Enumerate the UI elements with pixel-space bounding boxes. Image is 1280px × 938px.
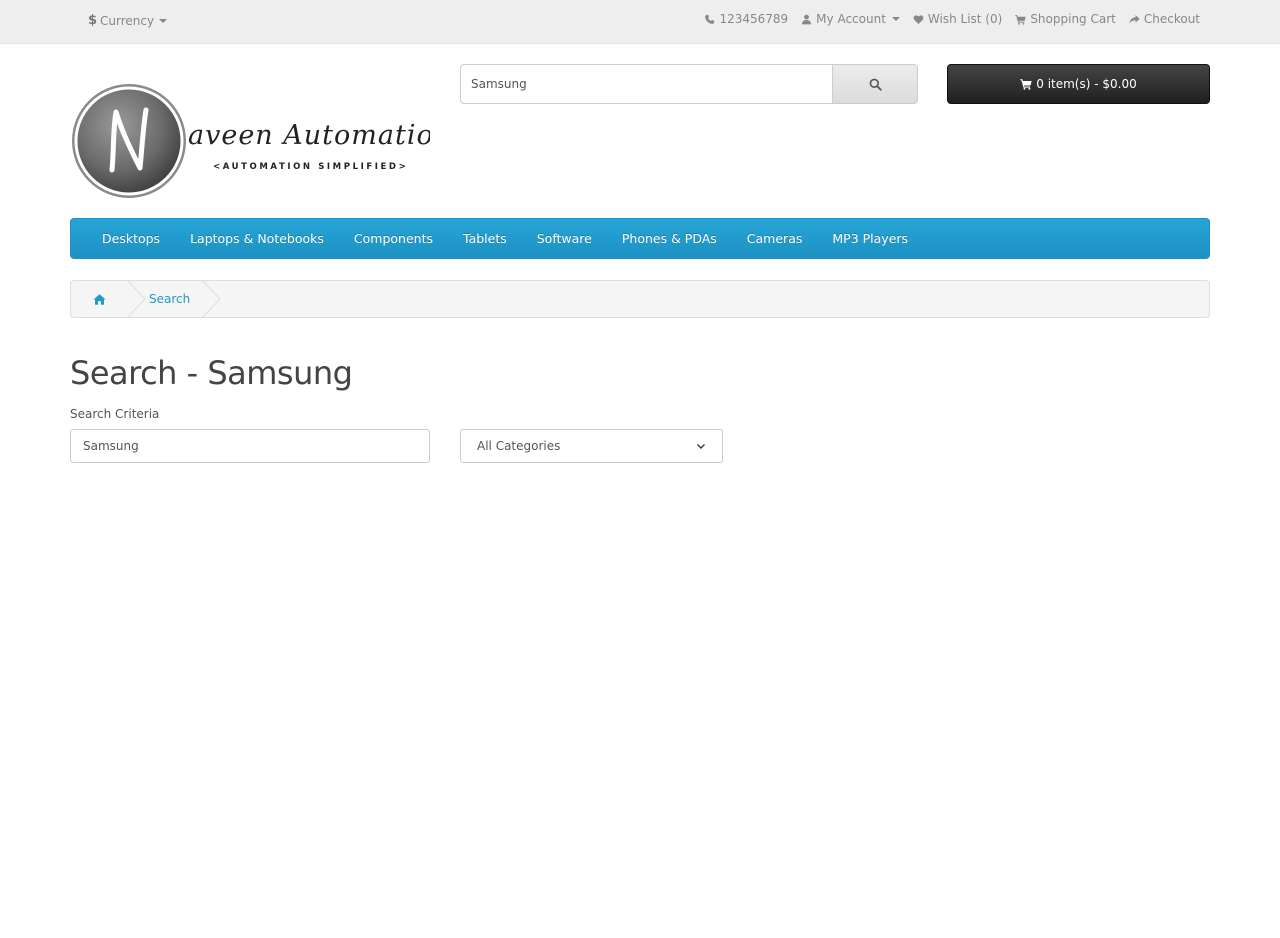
cart-icon — [1020, 79, 1032, 90]
search-icon — [869, 78, 882, 91]
menu-item-components[interactable]: Components — [339, 231, 448, 246]
site-logo[interactable]: aveen Automation Labs <AUTOMATION SIMPLI… — [70, 82, 530, 200]
cart-button[interactable]: 0 item(s) - $0.00 — [947, 64, 1210, 104]
category-selected-value: All Categories — [477, 439, 561, 453]
category-select[interactable]: All Categories — [460, 429, 723, 463]
header-search-button[interactable] — [833, 64, 918, 104]
cart-icon — [1015, 14, 1026, 25]
shopping-cart-link[interactable]: Shopping Cart — [1015, 12, 1116, 26]
breadcrumb-search[interactable]: Search — [147, 292, 202, 306]
search-criteria-input[interactable] — [70, 429, 430, 463]
logo-title: aveen Automation Labs — [188, 120, 430, 151]
checkout-link[interactable]: Checkout — [1129, 12, 1200, 26]
search-criteria-label: Search Criteria — [70, 407, 160, 421]
phone-icon — [705, 14, 715, 24]
breadcrumb: Search — [70, 280, 1210, 318]
my-account-label: My Account — [816, 12, 886, 26]
top-bar: $ Currency 123456789 My Account Wish Lis… — [0, 0, 1280, 44]
caret-down-icon — [159, 18, 168, 23]
home-icon — [92, 293, 106, 305]
breadcrumb-separator — [127, 281, 146, 317]
menu-item-tablets[interactable]: Tablets — [448, 231, 522, 246]
menu-item-mp3-players[interactable]: MP3 Players — [817, 231, 923, 246]
breadcrumb-home[interactable] — [71, 281, 127, 317]
share-icon — [1129, 14, 1140, 24]
page-title: Search - Samsung — [70, 354, 353, 392]
menu-item-laptops-notebooks[interactable]: Laptops & Notebooks — [175, 231, 339, 246]
top-links: 123456789 My Account Wish List (0) Shopp… — [704, 12, 1200, 26]
header-search-input[interactable] — [460, 64, 833, 104]
logo-subtitle: <AUTOMATION SIMPLIFIED> — [213, 162, 408, 172]
breadcrumb-separator — [202, 281, 221, 317]
user-icon — [802, 14, 812, 24]
checkout-label: Checkout — [1143, 12, 1200, 26]
cart-total: 0 item(s) - $0.00 — [1036, 77, 1137, 91]
menu-item-software[interactable]: Software — [522, 231, 607, 246]
shopping-cart-label: Shopping Cart — [1030, 12, 1116, 26]
menu-item-desktops[interactable]: Desktops — [87, 231, 175, 246]
currency-dropdown[interactable]: $ Currency — [88, 13, 168, 28]
menu-item-cameras[interactable]: Cameras — [732, 231, 818, 246]
category-menu: Desktops Laptops & Notebooks Components … — [70, 218, 1210, 259]
dollar-icon: $ — [88, 13, 98, 28]
chevron-down-icon — [697, 444, 705, 449]
phone-link[interactable]: 123456789 — [704, 12, 788, 26]
wishlist-label: Wish List (0) — [927, 12, 1003, 26]
wishlist-link[interactable]: Wish List (0) — [913, 12, 1002, 26]
phone-number: 123456789 — [719, 12, 789, 26]
logo-image: aveen Automation Labs <AUTOMATION SIMPLI… — [72, 84, 530, 198]
header-search — [460, 64, 918, 104]
menu-item-phones-pdas[interactable]: Phones & PDAs — [607, 231, 732, 246]
heart-icon — [913, 14, 924, 24]
currency-label: Currency — [100, 13, 155, 28]
my-account-dropdown[interactable]: My Account — [801, 12, 900, 26]
caret-down-icon — [891, 17, 900, 21]
